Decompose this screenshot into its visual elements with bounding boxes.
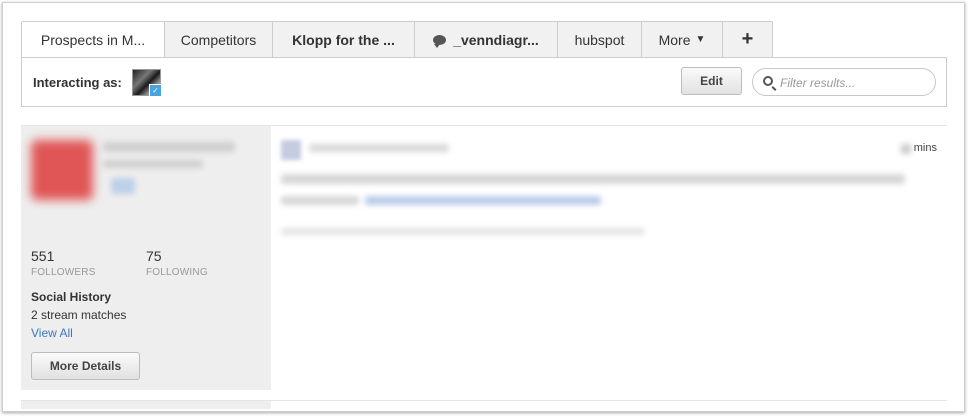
tab-label: Prospects in M... [40,31,146,48]
filter-input[interactable] [780,73,930,92]
profile-panel: 551 FOLLOWERS 75 FOLLOWING Social Histor… [21,126,271,390]
tab-label: hubspot [574,31,625,48]
next-profile-panel [21,401,271,409]
message-time: mins [913,142,937,154]
tab-bar: Prospects in M... Competitors Klopp for … [21,21,773,58]
interacting-as-label: Interacting as: [33,75,122,90]
tab-klopp[interactable]: Klopp for the ... [273,21,415,58]
profile-handle [103,160,203,168]
tab-label: Competitors [180,31,257,48]
chevron-down-icon: ▼ [695,34,706,45]
tab-more[interactable]: More ▼ [642,21,723,58]
account-avatar[interactable]: ✓ [132,69,162,97]
tab-label: Klopp for the ... [292,31,395,48]
message-actions[interactable] [281,228,645,235]
tab-label: More [658,31,691,48]
view-all-link[interactable]: View All [31,326,73,340]
tab-competitors[interactable]: Competitors [165,21,273,58]
following-label: FOLLOWING [146,267,208,278]
edit-button[interactable]: Edit [681,67,742,95]
following-count: 75 [146,248,162,264]
message-author [309,144,449,152]
followers-label: FOLLOWERS [31,267,96,278]
tab-venndiagram[interactable]: _venndiagr... [415,21,558,58]
profile-name [103,142,235,152]
tab-hubspot[interactable]: hubspot [558,21,642,58]
profile-follow-icon [111,178,135,194]
message-link[interactable] [365,196,601,205]
filter-field[interactable] [752,68,936,96]
twitter-bird-icon: ✓ [149,84,162,97]
toolbar: Interacting as: ✓ Edit [21,57,947,107]
add-tab-button[interactable]: + [723,21,773,58]
message-avatar[interactable] [281,140,301,160]
search-icon [763,76,773,86]
message-text-line [281,196,359,205]
speech-bubble-icon [433,34,447,48]
tab-label: _venndiagr... [453,31,539,48]
stream-matches-text: 2 stream matches [31,308,127,322]
followers-count: 551 [31,248,55,264]
message-text-line [281,174,905,184]
tab-prospects[interactable]: Prospects in M... [21,21,165,58]
more-details-button[interactable]: More Details [31,352,140,380]
social-history-title: Social History [31,290,112,304]
profile-avatar[interactable] [31,140,93,200]
message-time-digit [901,144,911,154]
stream-panel: mins [271,126,947,390]
plus-icon: + [741,28,754,50]
